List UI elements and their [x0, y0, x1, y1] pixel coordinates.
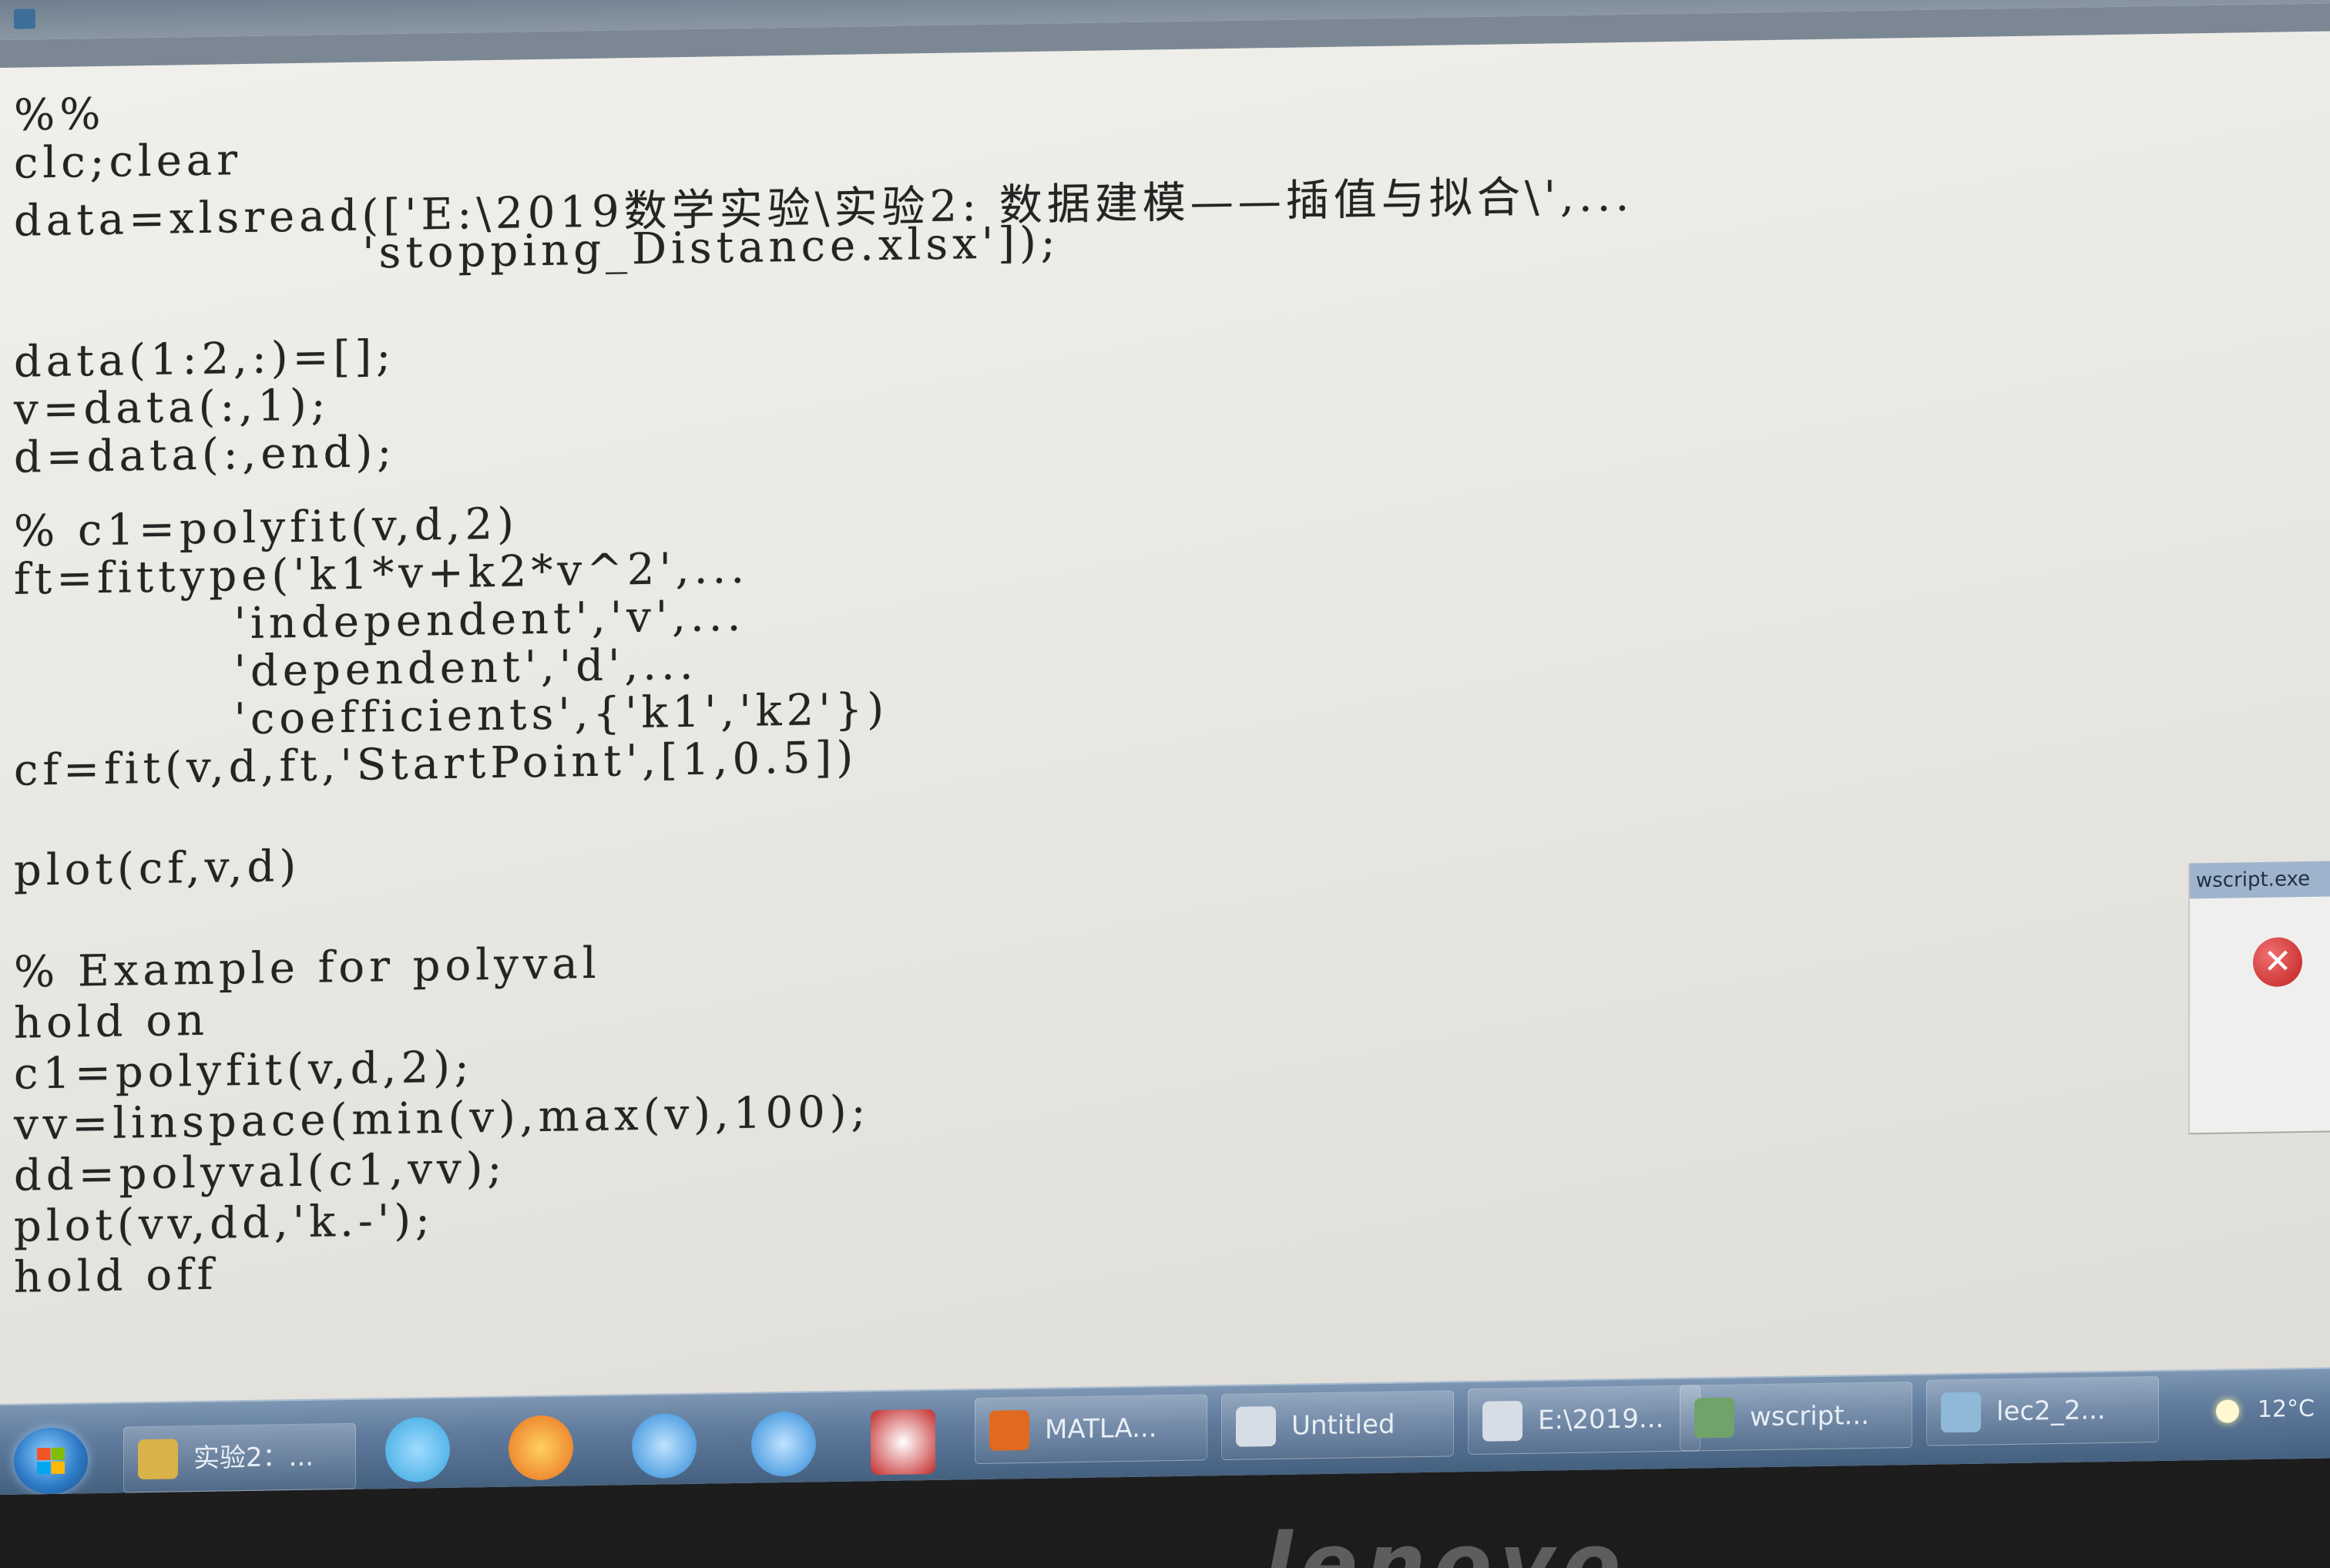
app-icon: [14, 8, 35, 29]
taskbar-item-label: wscript...: [1750, 1399, 1869, 1433]
windows-logo-icon[interactable]: [14, 1427, 88, 1495]
taskbar-item-untitled[interactable]: Untitled: [1221, 1390, 1454, 1461]
code-line: clc;clear: [14, 135, 243, 189]
code-line: d=data(:,end);: [14, 426, 397, 483]
notepad-icon: [1236, 1405, 1276, 1447]
code-line: hold on: [14, 995, 210, 1049]
wscript-popup[interactable]: wscript.exe ✕: [2188, 861, 2330, 1135]
ie-icon[interactable]: [632, 1412, 697, 1479]
notepad-icon: [1482, 1400, 1523, 1442]
code-line: data(1:2,:)=[];: [14, 331, 396, 388]
code-line: c1=polyfit(v,d,2);: [14, 1042, 474, 1100]
firefox-icon[interactable]: [509, 1415, 573, 1481]
taskbar-item-label: Untitled: [1291, 1409, 1395, 1442]
taskbar-item-label: MATLA...: [1045, 1412, 1157, 1445]
system-tray[interactable]: 12°C: [2216, 1388, 2315, 1432]
code-line: hold off: [14, 1249, 218, 1303]
taskbar-item-lec[interactable]: lec2_2...: [1926, 1375, 2159, 1446]
taskbar-item-editor[interactable]: E:\2019...: [1468, 1385, 1700, 1456]
app-icon[interactable]: [871, 1409, 935, 1476]
sun-icon: [2216, 1398, 2240, 1423]
lenovo-logo: lenovo: [1264, 1515, 1629, 1568]
popup-title: wscript.exe: [2190, 861, 2330, 899]
folder-icon: [138, 1439, 178, 1480]
taskbar: 实验2：... MATLA... Untitled E:\2019... wsc…: [0, 1367, 2330, 1495]
taskbar-item-wscript[interactable]: wscript...: [1680, 1382, 1912, 1452]
taskbar-item-label: 实验2：...: [193, 1441, 314, 1475]
code-line: % Example for polyval: [14, 938, 601, 998]
taskbar-item-folder[interactable]: 实验2：...: [123, 1422, 356, 1493]
window-icon: [1694, 1397, 1734, 1439]
code-line: plot(cf,v,d): [14, 841, 301, 896]
taskbar-item-label: E:\2019...: [1538, 1403, 1664, 1436]
code-line: plot(vv,dd,'k.-');: [14, 1195, 435, 1252]
document-icon: [1941, 1392, 1981, 1433]
weather-temperature: 12°C: [2257, 1395, 2315, 1423]
photo: %% clc;clear data=xlsread(['E:\2019数学实验\…: [0, 0, 2330, 1568]
taskbar-item-label: lec2_2...: [1996, 1395, 2106, 1428]
ie-icon[interactable]: [751, 1411, 816, 1477]
error-icon: ✕: [2253, 937, 2302, 988]
qq-icon[interactable]: [385, 1416, 450, 1483]
screen: %% clc;clear data=xlsread(['E:\2019数学实验\…: [0, 0, 2330, 1495]
code-line: v=data(:,1);: [14, 380, 331, 435]
taskbar-item-matlab[interactable]: MATLA...: [975, 1394, 1207, 1465]
code-editor[interactable]: %% clc;clear data=xlsread(['E:\2019数学实验\…: [14, 55, 2248, 1339]
code-line: dd=polyval(c1,vv);: [14, 1143, 507, 1201]
code-line: %%: [14, 89, 106, 141]
matlab-icon: [989, 1410, 1029, 1451]
